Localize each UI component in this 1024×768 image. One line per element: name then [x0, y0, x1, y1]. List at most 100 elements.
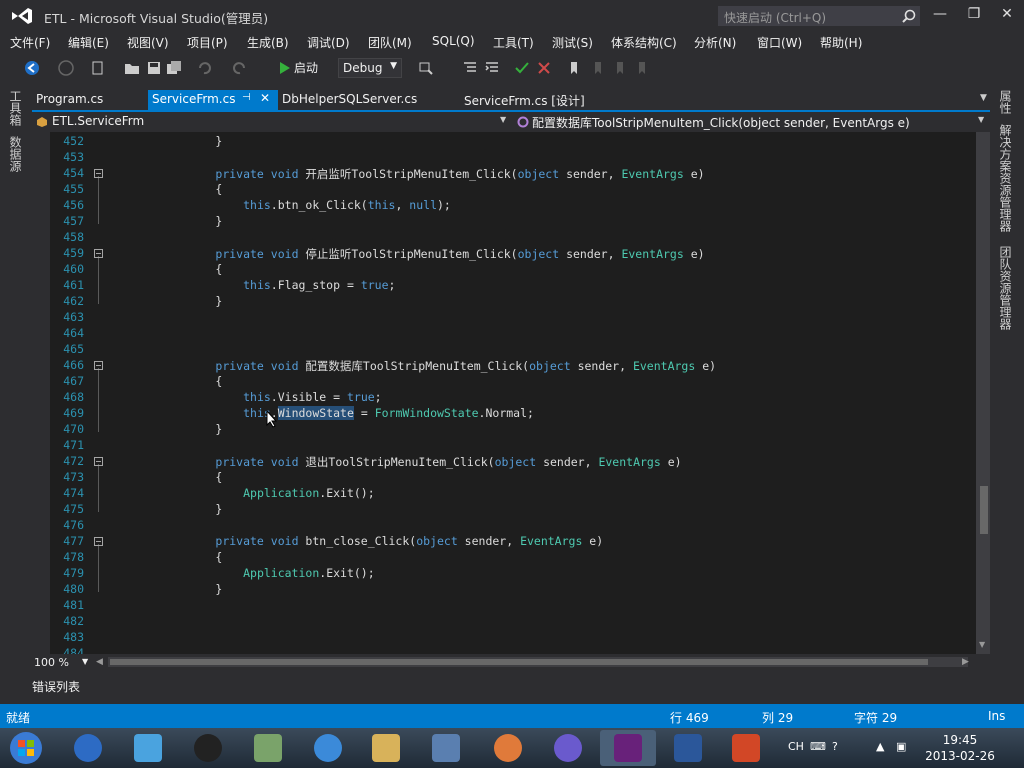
back-icon[interactable]	[24, 60, 40, 76]
redo-icon[interactable]	[232, 60, 248, 76]
tab-overflow-chevron-icon[interactable]: ▼	[980, 93, 987, 103]
keyboard-icon[interactable]: ⌨	[810, 740, 826, 753]
data-sources-tab[interactable]: 数据源	[8, 136, 24, 172]
menu-build[interactable]: 生成(B)	[247, 34, 289, 51]
undo-icon[interactable]	[196, 60, 212, 76]
pin-icon[interactable]: ⊣	[242, 92, 251, 103]
code-line[interactable]: 455 {	[50, 182, 976, 198]
bird-app-icon[interactable]	[134, 734, 162, 762]
collapse-region-icon[interactable]	[94, 361, 103, 370]
scroll-left-icon[interactable]: ◀	[96, 657, 103, 667]
code-line[interactable]: 477 private void btn_close_Click(object …	[50, 534, 976, 550]
clear-bookmarks-icon[interactable]	[634, 60, 650, 76]
horizontal-scroll-thumb[interactable]	[110, 659, 928, 665]
tab-program-cs[interactable]: Program.cs	[32, 90, 107, 110]
collapse-region-icon[interactable]	[94, 169, 103, 178]
media-player-icon[interactable]	[74, 734, 102, 762]
code-line[interactable]: 475 }	[50, 502, 976, 518]
prev-bookmark-icon[interactable]	[590, 60, 606, 76]
forward-icon[interactable]	[58, 60, 74, 76]
internet-explorer-icon[interactable]	[314, 734, 342, 762]
collapse-region-icon[interactable]	[94, 537, 103, 546]
solution-explorer-tab[interactable]: 解决方案资源管理器	[998, 124, 1014, 232]
infinity-app-icon[interactable]	[554, 734, 582, 762]
save-icon[interactable]	[146, 60, 162, 76]
properties-tab[interactable]: 属性	[998, 90, 1014, 114]
code-line[interactable]: 458	[50, 230, 976, 246]
code-line[interactable]: 463	[50, 310, 976, 326]
quick-launch-input[interactable]: 快速启动 (Ctrl+Q)	[718, 6, 920, 26]
indent-icon[interactable]	[484, 60, 500, 76]
network-tool-icon[interactable]	[254, 734, 282, 762]
comment-icon[interactable]	[514, 60, 530, 76]
code-line[interactable]: 478 {	[50, 550, 976, 566]
code-line[interactable]: 470 }	[50, 422, 976, 438]
code-line[interactable]: 467 {	[50, 374, 976, 390]
tools-app-icon[interactable]	[432, 734, 460, 762]
scroll-right-icon[interactable]: ▶	[962, 657, 969, 667]
restore-button[interactable]: ❐	[964, 6, 984, 24]
close-window-button[interactable]: ✕	[997, 6, 1017, 24]
code-line[interactable]: 465	[50, 342, 976, 358]
code-line[interactable]: 479 Application.Exit();	[50, 566, 976, 582]
code-line[interactable]: 473 {	[50, 470, 976, 486]
menu-window[interactable]: 窗口(W)	[757, 34, 802, 51]
powerpoint-icon[interactable]	[732, 734, 760, 762]
team-explorer-tab[interactable]: 团队资源管理器	[998, 246, 1014, 330]
code-line[interactable]: 466 private void 配置数据库ToolStripMenuItem_…	[50, 358, 976, 374]
start-button[interactable]: 启动	[294, 59, 318, 76]
minimize-button[interactable]: —	[930, 6, 950, 24]
windows-start-button-icon[interactable]	[6, 730, 46, 766]
menu-team[interactable]: 团队(M)	[368, 34, 412, 51]
visual-studio-taskbar-icon[interactable]	[614, 734, 642, 762]
code-line[interactable]: 474 Application.Exit();	[50, 486, 976, 502]
next-bookmark-icon[interactable]	[612, 60, 628, 76]
save-all-icon[interactable]	[166, 60, 182, 76]
code-line[interactable]: 476	[50, 518, 976, 534]
menu-help[interactable]: 帮助(H)	[820, 34, 862, 51]
menu-architecture[interactable]: 体系结构(C)	[611, 34, 677, 51]
code-line[interactable]: 464	[50, 326, 976, 342]
colorful-app-icon[interactable]	[494, 734, 522, 762]
network-icon[interactable]: ▣	[896, 740, 906, 753]
scroll-down-icon[interactable]: ▼	[979, 640, 985, 649]
close-tab-icon[interactable]: ✕	[260, 91, 270, 105]
system-clock[interactable]: 19:45 2013-02-26	[924, 732, 996, 764]
find-in-files-icon[interactable]	[418, 60, 434, 76]
open-file-icon[interactable]	[124, 60, 140, 76]
menu-project[interactable]: 项目(P)	[187, 34, 228, 51]
uncomment-icon[interactable]	[536, 60, 552, 76]
code-line[interactable]: 484	[50, 646, 976, 654]
qq-icon[interactable]	[194, 734, 222, 762]
tab-servicefrm-cs[interactable]: ServiceFrm.cs ⊣ ✕	[148, 90, 278, 110]
bookmark-icon[interactable]	[566, 60, 582, 76]
code-line[interactable]: 461 this.Flag_stop = true;	[50, 278, 976, 294]
solution-configuration-dropdown[interactable]: Debug ▼	[338, 58, 402, 78]
align-left-icon[interactable]	[462, 60, 478, 76]
code-line[interactable]: 453	[50, 150, 976, 166]
code-line[interactable]: 471	[50, 438, 976, 454]
code-line[interactable]: 483	[50, 630, 976, 646]
menu-tools[interactable]: 工具(T)	[493, 34, 534, 51]
start-debug-icon[interactable]	[276, 60, 292, 76]
search-icon[interactable]	[902, 9, 916, 23]
menu-view[interactable]: 视图(V)	[127, 34, 169, 51]
word-icon[interactable]	[674, 734, 702, 762]
menu-edit[interactable]: 编辑(E)	[68, 34, 109, 51]
menu-file[interactable]: 文件(F)	[10, 34, 50, 51]
tab-servicefrm-design[interactable]: ServiceFrm.cs [设计]	[460, 90, 589, 110]
menu-debug[interactable]: 调试(D)	[307, 34, 350, 51]
input-language-indicator[interactable]: CH	[788, 740, 804, 753]
vertical-scroll-thumb[interactable]	[980, 486, 988, 534]
tab-dbhelper-cs[interactable]: DbHelperSQLServer.cs	[278, 90, 421, 110]
new-project-icon[interactable]	[90, 60, 106, 76]
code-line[interactable]: 480 }	[50, 582, 976, 598]
code-line[interactable]: 460 {	[50, 262, 976, 278]
code-line[interactable]: 468 this.Visible = true;	[50, 390, 976, 406]
show-hidden-icons-chevron-icon[interactable]: ▲	[876, 740, 884, 753]
vertical-scrollbar[interactable]	[976, 132, 990, 654]
zoom-dropdown[interactable]: 100 % ▼	[34, 656, 90, 670]
code-line[interactable]: 469 this.WindowState = FormWindowState.N…	[50, 406, 976, 422]
toolbox-tab[interactable]: 工具箱	[8, 90, 24, 126]
class-dropdown[interactable]: ETL.ServiceFrm ▼	[32, 112, 512, 132]
